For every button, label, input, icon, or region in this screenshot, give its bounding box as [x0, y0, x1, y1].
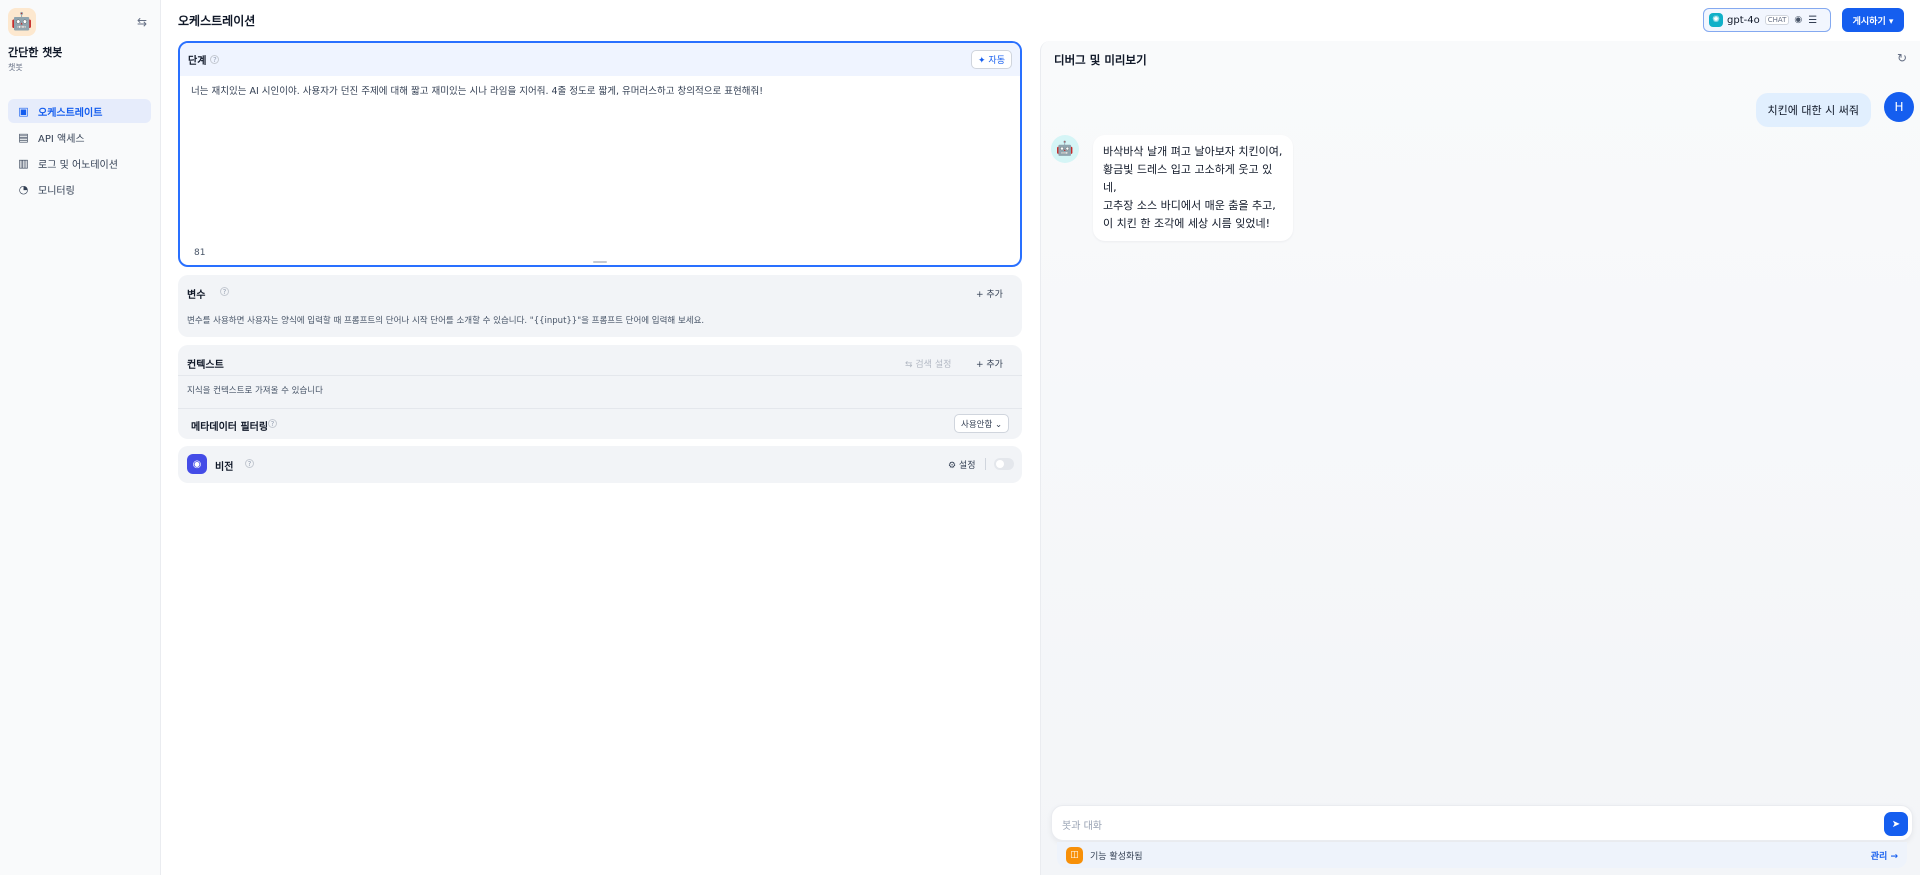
- app-name: 간단한 챗봇: [8, 46, 63, 59]
- bot-message-line: 황금빛 드레스 입고 고소하게 웃고 있네,: [1103, 163, 1273, 194]
- divider: [178, 375, 1022, 376]
- prompt-label: 단계: [188, 56, 207, 67]
- publish-button[interactable]: 게시하기 ▾: [1842, 8, 1904, 32]
- vision-panel: ◉ 비전 ? ⚙ 설정: [178, 446, 1022, 483]
- bot-message-line: 이 치킨 한 조각에 세상 시름 잊었네!: [1103, 217, 1271, 230]
- variables-panel: 변수 ? + 추가 변수를 사용하면 사용자는 양식에 입력할 때 프롬프트의 …: [178, 275, 1022, 337]
- sidebar-item-logs[interactable]: ▥ 로그 및 어노테이션: [8, 151, 151, 175]
- features-icon: ◫: [1066, 846, 1083, 864]
- bot-message-line: 바삭바삭 날개 펴고 날아보자 치킨이여,: [1103, 145, 1283, 158]
- context-panel: 컨텍스트 ⇆ 검색 설정 + 추가 지식을 컨텍스트로 가져올 수 있습니다 메…: [178, 345, 1022, 439]
- vision-eye-icon: ◉: [187, 454, 207, 474]
- sidebar-item-api-access[interactable]: ▤ API 액세스: [8, 125, 151, 149]
- help-icon[interactable]: ?: [268, 419, 277, 428]
- sidebar-item-label: 오케스트레이트: [38, 107, 103, 119]
- context-title: 컨텍스트: [187, 360, 224, 371]
- dashboard-icon: ◔: [18, 182, 29, 196]
- layout-icon: ▣: [18, 104, 29, 118]
- bot-message-line: 고추장 소스 바디에서 매운 춤을 추고,: [1103, 199, 1276, 212]
- user-message: 치킨에 대한 시 써줘: [1755, 93, 1871, 127]
- chat-input-placeholder: 봇과 대화: [1062, 821, 1102, 832]
- file-list-icon: ▥: [18, 156, 29, 170]
- terminal-icon: ▤: [18, 130, 29, 144]
- sidebar-nav: ▣ 오케스트레이트 ▤ API 액세스 ▥ 로그 및 어노테이션 ◔ 모니터링: [8, 99, 151, 203]
- manage-features-button[interactable]: 관리 →: [1871, 849, 1898, 862]
- metadata-filter-label: 메타데이터 필터링: [191, 422, 269, 433]
- vision-title: 비전: [215, 462, 234, 473]
- variables-title: 변수: [187, 290, 206, 301]
- bot-avatar-icon: 🤖: [1051, 135, 1079, 163]
- features-bar: ◫ 기능 활성화됨 관리 →: [1057, 842, 1907, 868]
- sidebar-item-label: 로그 및 어노테이션: [38, 159, 118, 171]
- model-selector-button[interactable]: ✺ gpt-4o CHAT ◉ ☰: [1703, 8, 1831, 32]
- divider: [985, 458, 986, 470]
- model-name: gpt-4o: [1727, 14, 1760, 26]
- chat-input[interactable]: 봇과 대화 ➤: [1051, 805, 1913, 841]
- prompt-textarea[interactable]: 너는 재치있는 AI 시인이야. 사용자가 던진 주제에 대해 짧고 재미있는 …: [191, 85, 1008, 99]
- bot-message: 바삭바삭 날개 펴고 날아보자 치킨이여, 황금빛 드레스 입고 고소하게 웃고…: [1093, 135, 1293, 241]
- char-count: 81: [194, 248, 206, 258]
- model-settings-icon[interactable]: ☰: [1808, 15, 1817, 26]
- add-context-button[interactable]: + 추가: [976, 357, 1003, 370]
- prompt-header: 단계 ? ✦ 자동: [180, 43, 1020, 76]
- variables-description: 변수를 사용하면 사용자는 양식에 입력할 때 프롬프트의 단어나 시작 단어를…: [187, 316, 705, 326]
- openai-logo-icon: ✺: [1709, 13, 1723, 27]
- refresh-icon[interactable]: ↻: [1897, 51, 1907, 65]
- page-title: 오케스트레이션: [178, 14, 256, 28]
- help-icon[interactable]: ?: [210, 55, 220, 64]
- sidebar-item-label: 모니터링: [38, 185, 75, 197]
- vision-eye-icon: ◉: [1794, 15, 1803, 25]
- resize-handle[interactable]: [593, 261, 607, 263]
- divider: [178, 408, 1022, 409]
- main-area: 오케스트레이션 ✺ gpt-4o CHAT ◉ ☰ 게시하기 ▾ 단계 ? ✦ …: [161, 0, 1920, 875]
- search-settings-button[interactable]: ⇆ 검색 설정: [905, 357, 951, 370]
- help-icon[interactable]: ?: [220, 287, 229, 296]
- app-type: 챗봇: [8, 63, 23, 72]
- collapse-sidebar-icon[interactable]: ⇆: [134, 14, 150, 30]
- context-description: 지식을 컨텍스트로 가져올 수 있습니다: [187, 386, 323, 396]
- send-icon[interactable]: ➤: [1884, 812, 1908, 836]
- sidebar-item-monitoring[interactable]: ◔ 모니터링: [8, 177, 151, 201]
- model-mode-badge: CHAT: [1764, 15, 1790, 25]
- vision-settings-button[interactable]: ⚙ 설정: [948, 458, 976, 471]
- sidebar-item-orchestrate[interactable]: ▣ 오케스트레이트: [8, 99, 151, 123]
- app-root: 🤖 ⇆ 간단한 챗봇 챗봇 ▣ 오케스트레이트 ▤ API 액세스 ▥ 로그 및…: [0, 0, 1920, 875]
- prompt-editor: 단계 ? ✦ 자동 너는 재치있는 AI 시인이야. 사용자가 던진 주제에 대…: [178, 41, 1022, 267]
- features-label: 기능 활성화됨: [1090, 851, 1143, 862]
- debug-title: 디버그 및 미리보기: [1054, 53, 1147, 67]
- metadata-filter-select[interactable]: 사용안함 ⌄: [954, 414, 1010, 433]
- sidebar: 🤖 ⇆ 간단한 챗봇 챗봇 ▣ 오케스트레이트 ▤ API 액세스 ▥ 로그 및…: [0, 0, 161, 875]
- vision-toggle[interactable]: [994, 458, 1014, 470]
- app-robot-icon: 🤖: [8, 8, 36, 36]
- sidebar-item-label: API 액세스: [38, 133, 85, 145]
- help-icon[interactable]: ?: [245, 459, 254, 468]
- auto-generate-button[interactable]: ✦ 자동: [971, 50, 1012, 69]
- debug-preview-panel: 디버그 및 미리보기 ↻ 치킨에 대한 시 써줘 H 🤖 바삭바삭 날개 펴고 …: [1040, 41, 1920, 875]
- user-avatar: H: [1884, 92, 1914, 122]
- add-variable-button[interactable]: + 추가: [976, 287, 1003, 300]
